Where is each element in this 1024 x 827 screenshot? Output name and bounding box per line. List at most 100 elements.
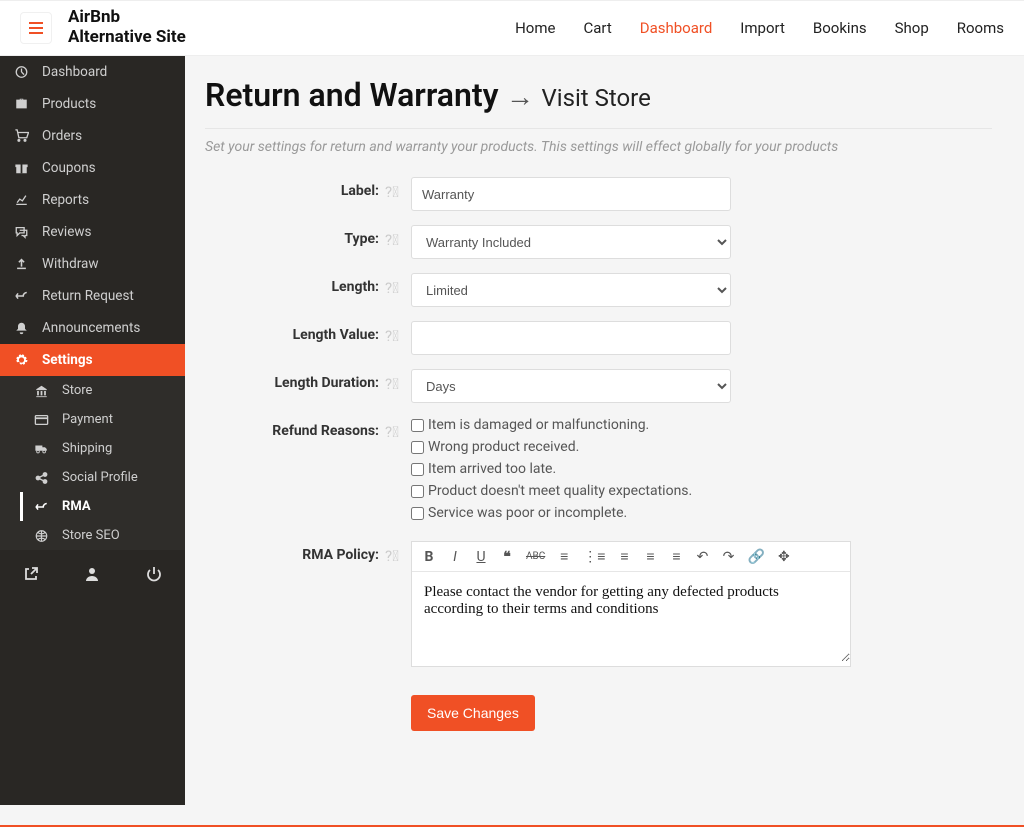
label-length-duration: Length Duration:: [205, 369, 385, 391]
bullet-list-icon[interactable]: ≡: [557, 548, 571, 565]
undo-icon: [12, 289, 30, 303]
sidebar-item-settings[interactable]: Settings: [0, 344, 185, 376]
help-icon[interactable]: ?⃝: [385, 225, 411, 249]
link-icon[interactable]: 🔗: [747, 549, 764, 565]
topnav-shop[interactable]: Shop: [895, 19, 929, 37]
refund-reason-label: Item is damaged or malfunctioning.: [428, 417, 649, 433]
label-input[interactable]: [411, 177, 731, 211]
visit-store-link[interactable]: Visit Store: [541, 84, 650, 112]
refund-reason-checkbox-3[interactable]: [411, 485, 424, 498]
help-icon[interactable]: ?⃝: [385, 321, 411, 345]
sidebar-item-return-request[interactable]: Return Request: [0, 280, 185, 312]
sidebar-item-orders[interactable]: Orders: [0, 120, 185, 152]
refund-reason-label: Wrong product received.: [428, 439, 579, 455]
redo-icon[interactable]: ↷: [721, 549, 735, 565]
top-nav: Home Cart Dashboard Import Bookins Shop Rooms: [515, 19, 1004, 37]
page-title: Return and Warranty: [205, 76, 499, 114]
sidebar-item-reports[interactable]: Reports: [0, 184, 185, 216]
sidebar-item-products[interactable]: Products: [0, 88, 185, 120]
topnav-rooms[interactable]: Rooms: [957, 19, 1004, 37]
undo-icon: [32, 500, 50, 514]
type-select[interactable]: Warranty Included: [411, 225, 731, 259]
sidebar-item-label: Coupons: [42, 160, 96, 176]
brand-title: AirBnb Alternative Site: [68, 8, 186, 47]
help-icon[interactable]: ?⃝: [385, 541, 411, 565]
refund-reason-checkbox-2[interactable]: [411, 463, 424, 476]
align-left-icon[interactable]: ≡: [617, 548, 631, 565]
rma-policy-textarea[interactable]: [412, 572, 850, 662]
underline-icon[interactable]: U: [474, 549, 488, 565]
label-refund-reasons: Refund Reasons:: [205, 417, 385, 439]
italic-icon[interactable]: I: [448, 549, 462, 565]
refund-reason-label: Service was poor or incomplete.: [428, 505, 627, 521]
topnav-import[interactable]: Import: [740, 19, 785, 37]
subsidebar-item-label: RMA: [62, 499, 91, 514]
align-right-icon[interactable]: ≡: [669, 548, 683, 565]
sidebar-item-dashboard[interactable]: Dashboard: [0, 56, 185, 88]
subsidebar-item-label: Payment: [62, 412, 113, 427]
label-label: Label:: [205, 177, 385, 199]
sidebar-item-label: Settings: [42, 352, 93, 368]
sidebar-item-label: Reviews: [42, 224, 92, 240]
help-icon[interactable]: ?⃝: [385, 369, 411, 393]
sidebar-item-reviews[interactable]: Reviews: [0, 216, 185, 248]
subsidebar-item-shipping[interactable]: Shipping: [20, 434, 185, 463]
rma-policy-editor: B I U ❝ ABC ≡ ⋮≡ ≡ ≡ ≡ ↶ ↷ 🔗 ✥: [411, 541, 851, 667]
subsidebar-item-social-profile[interactable]: Social Profile: [20, 463, 185, 492]
sidebar-item-withdraw[interactable]: Withdraw: [0, 248, 185, 280]
refund-reason-row: Product doesn't meet quality expectation…: [411, 483, 692, 499]
topnav-home[interactable]: Home: [515, 19, 555, 37]
chart-icon: [12, 193, 30, 207]
subsidebar-item-label: Social Profile: [62, 470, 138, 485]
help-icon[interactable]: ?⃝: [385, 273, 411, 297]
sidebar-item-label: Products: [42, 96, 96, 112]
subsidebar-item-label: Shipping: [62, 441, 112, 456]
comment-icon: [12, 225, 30, 239]
subsidebar-item-label: Store: [62, 383, 92, 398]
arrow-icon: →: [506, 80, 534, 113]
refund-reason-label: Item arrived too late.: [428, 461, 556, 477]
refund-reason-checkbox-1[interactable]: [411, 441, 424, 454]
label-length: Length:: [205, 273, 385, 295]
upload-icon: [12, 257, 30, 271]
globe-icon: [32, 529, 50, 543]
user-icon[interactable]: [84, 566, 100, 587]
bold-icon[interactable]: B: [422, 549, 436, 565]
subsidebar-item-payment[interactable]: Payment: [20, 405, 185, 434]
length-duration-select[interactable]: Days: [411, 369, 731, 403]
strikethrough-icon[interactable]: ABC: [526, 551, 545, 562]
card-icon: [32, 413, 50, 427]
save-button[interactable]: Save Changes: [411, 695, 535, 731]
align-center-icon[interactable]: ≡: [643, 548, 657, 565]
topnav-cart[interactable]: Cart: [583, 19, 611, 37]
cart-icon: [12, 129, 30, 143]
hamburger-button[interactable]: [20, 12, 52, 44]
number-list-icon[interactable]: ⋮≡: [583, 548, 605, 565]
sidebar-item-label: Return Request: [42, 288, 134, 304]
sidebar-item-announcements[interactable]: Announcements: [0, 312, 185, 344]
fullscreen-icon[interactable]: ✥: [777, 549, 791, 565]
sidebar: Dashboard Products Orders Coupons Reports Rev…: [0, 56, 185, 805]
power-icon[interactable]: [146, 566, 162, 587]
length-select[interactable]: Limited: [411, 273, 731, 307]
undo-icon[interactable]: ↶: [695, 549, 709, 565]
sidebar-item-coupons[interactable]: Coupons: [0, 152, 185, 184]
subsidebar-item-rma[interactable]: RMA: [20, 492, 185, 521]
external-link-icon[interactable]: [23, 566, 39, 587]
sidebar-item-label: Reports: [42, 192, 89, 208]
length-value-input[interactable]: [411, 321, 731, 355]
quote-icon[interactable]: ❝: [500, 549, 514, 565]
topnav-dashboard[interactable]: Dashboard: [640, 19, 713, 37]
subsidebar-item-store[interactable]: Store: [20, 376, 185, 405]
gear-icon: [12, 353, 30, 367]
bell-icon: [12, 321, 30, 335]
help-icon[interactable]: ?⃝: [385, 417, 411, 441]
refund-reason-checkbox-4[interactable]: [411, 507, 424, 520]
editor-toolbar: B I U ❝ ABC ≡ ⋮≡ ≡ ≡ ≡ ↶ ↷ 🔗 ✥: [412, 542, 850, 572]
refund-reason-checkbox-0[interactable]: [411, 419, 424, 432]
subsidebar-item-store-seo[interactable]: Store SEO: [20, 521, 185, 550]
sidebar-bottom: [0, 554, 185, 599]
help-icon[interactable]: ?⃝: [385, 177, 411, 201]
label-type: Type:: [205, 225, 385, 247]
topnav-bookins[interactable]: Bookins: [813, 19, 867, 37]
